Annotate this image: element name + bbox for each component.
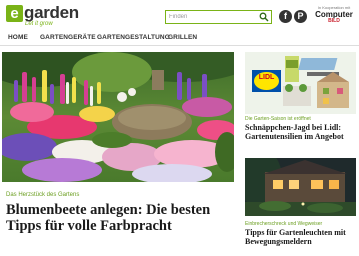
- logo-wordmark: garden: [24, 3, 79, 22]
- nav-item-gartengestaltung[interactable]: GARTENGESTALTUNG: [97, 34, 170, 41]
- card-kicker[interactable]: Einbrecherschreck und Wegweiser: [245, 221, 322, 227]
- article-kicker[interactable]: Das Herzstück des Gartens: [6, 192, 79, 198]
- logo-mark: e: [6, 5, 23, 22]
- hero-image[interactable]: [2, 52, 234, 182]
- egarden-logo[interactable]: e garden Let it grow: [6, 3, 86, 30]
- search-icon[interactable]: [259, 12, 269, 22]
- lidl-logo-text: LIDL: [258, 74, 275, 81]
- pinterest-icon[interactable]: P: [294, 10, 307, 23]
- nav-item-grillen[interactable]: GRILLEN: [168, 34, 197, 41]
- article-headline[interactable]: Blumenbeete anlegen: Die besten Tipps fü…: [6, 202, 231, 234]
- partner-logo-main: Computer: [315, 10, 353, 19]
- logo-tagline: Let it grow: [25, 21, 53, 27]
- card-title[interactable]: Schnäppchen-Jagd bei Lidl: Gartenutensil…: [245, 123, 356, 141]
- nav-item-gartengeraete[interactable]: GARTENGERÄTE: [40, 34, 96, 41]
- lidl-logo: LIDL: [252, 70, 281, 92]
- house-night-photo: [245, 158, 356, 216]
- main-nav: HOME GARTENGERÄTE GARTENGESTALTUNG GRILL…: [0, 32, 359, 46]
- garden-lights-image[interactable]: [245, 158, 356, 216]
- lidl-offer-image[interactable]: LIDL: [245, 52, 356, 114]
- flower-bed-photo: [2, 52, 234, 182]
- search-box: [165, 10, 272, 24]
- search-input[interactable]: [166, 11, 257, 23]
- facebook-icon[interactable]: f: [279, 10, 292, 23]
- card-title[interactable]: Tipps für Gartenleuchten mit Bewegungsme…: [245, 228, 356, 246]
- site-header: e garden Let it grow f P In Kooperation …: [0, 0, 359, 30]
- partner-logo[interactable]: In Kooperation mit Computer BILD: [313, 5, 355, 27]
- nav-item-home[interactable]: HOME: [8, 34, 28, 41]
- card-kicker[interactable]: Die Garten-Saison ist eröffnet: [245, 116, 311, 122]
